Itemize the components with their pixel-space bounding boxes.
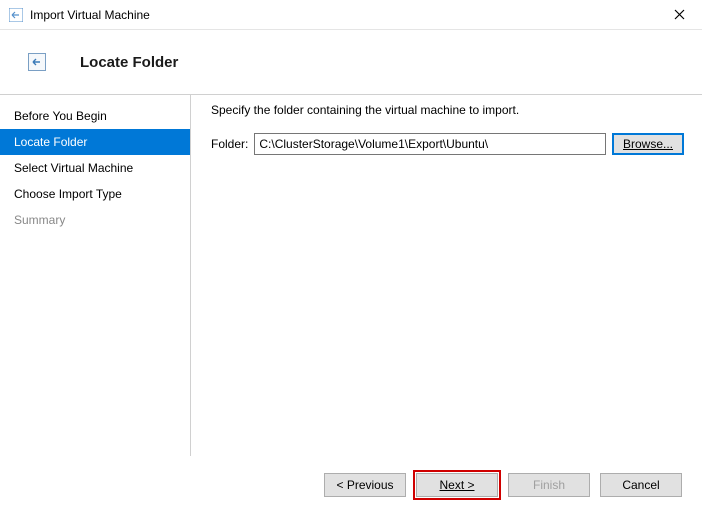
titlebar: Import Virtual Machine — [0, 0, 702, 30]
wizard-button-row: < Previous Next > Finish Cancel — [0, 456, 702, 513]
page-title: Locate Folder — [80, 54, 178, 71]
previous-button[interactable]: < Previous — [324, 473, 406, 497]
next-button[interactable]: Next > — [416, 473, 498, 497]
browse-button[interactable]: Browse... — [612, 133, 684, 155]
cancel-button[interactable]: Cancel — [600, 473, 682, 497]
sidebar-item-before-you-begin[interactable]: Before You Begin — [0, 103, 190, 129]
instruction-text: Specify the folder containing the virtua… — [211, 103, 684, 117]
main-panel: Specify the folder containing the virtua… — [190, 94, 702, 456]
sidebar-item-choose-import-type[interactable]: Choose Import Type — [0, 181, 190, 207]
sidebar-item-select-vm[interactable]: Select Virtual Machine — [0, 155, 190, 181]
folder-row: Folder: Browse... — [211, 133, 684, 155]
folder-label: Folder: — [211, 137, 248, 151]
sidebar-item-locate-folder[interactable]: Locate Folder — [0, 129, 190, 155]
import-icon — [28, 53, 46, 71]
wizard-steps-sidebar: Before You Begin Locate Folder Select Vi… — [0, 94, 190, 456]
app-icon — [8, 7, 24, 23]
folder-input[interactable] — [254, 133, 606, 155]
sidebar-item-summary: Summary — [0, 207, 190, 233]
close-button[interactable] — [664, 1, 694, 29]
window-title: Import Virtual Machine — [30, 8, 664, 22]
content-area: Before You Begin Locate Folder Select Vi… — [0, 94, 702, 456]
wizard-header: Locate Folder — [0, 30, 702, 94]
finish-button: Finish — [508, 473, 590, 497]
close-icon — [674, 9, 685, 20]
